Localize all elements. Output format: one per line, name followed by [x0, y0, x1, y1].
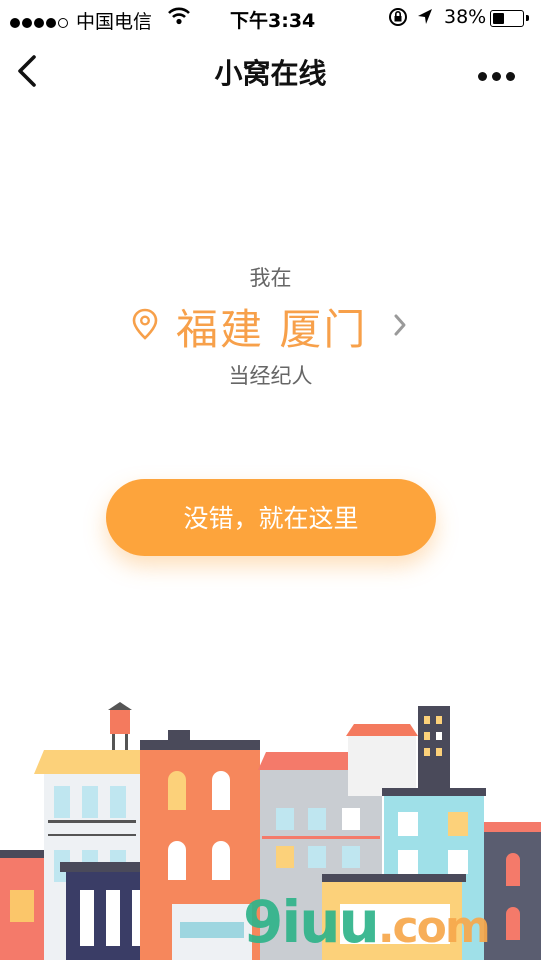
status-bar: 中国电信 下午3:34 38% [0, 0, 541, 36]
carrier-label: 中国电信 [76, 11, 153, 33]
watermark-suffix: .com [377, 902, 491, 953]
location-pin-icon [132, 308, 158, 344]
watermark-main: 9iuu [243, 888, 380, 956]
page-title: 小窝在线 [214, 57, 327, 90]
navigation-bar: 小窝在线 [0, 40, 541, 102]
rotation-lock-icon [388, 7, 408, 32]
signal-strength-icon [10, 11, 70, 33]
battery-percent: 38% [444, 6, 487, 28]
battery-icon [490, 10, 524, 27]
status-time: 下午3:34 [230, 10, 316, 32]
location-role: 当经纪人 [228, 364, 313, 388]
location-arrow-icon [416, 7, 434, 32]
more-dots-icon[interactable] [478, 66, 522, 81]
location-prefix: 我在 [249, 266, 292, 290]
chevron-right-icon [392, 312, 408, 342]
wifi-icon [167, 6, 191, 31]
city-selector[interactable]: 福建 厦门 [0, 296, 541, 356]
watermark-logo: 9iuu.com [243, 888, 491, 956]
confirm-location-button[interactable]: 没错，就在这里 [106, 479, 436, 556]
city-name: 福建 厦门 [176, 305, 368, 354]
